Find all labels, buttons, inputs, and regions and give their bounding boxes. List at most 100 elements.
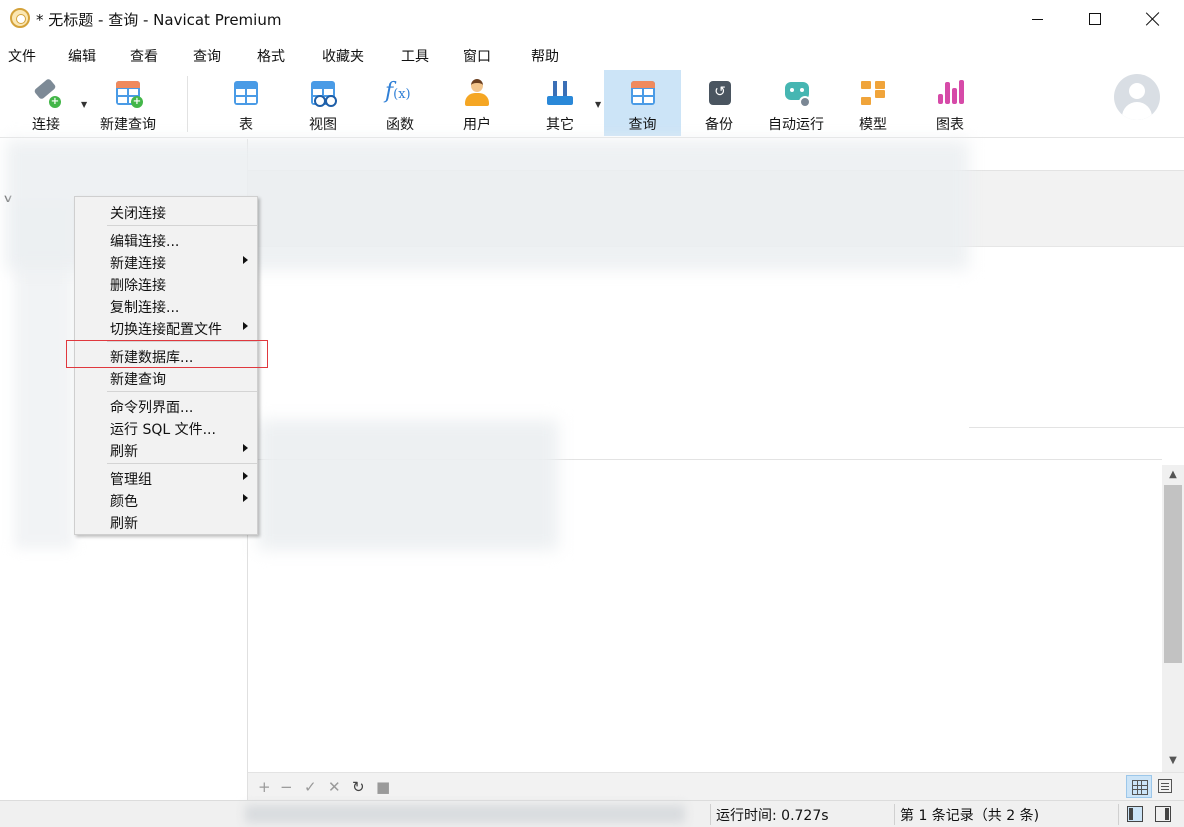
maximize-button[interactable] [1066,0,1124,38]
stop-icon[interactable]: ■ [376,778,390,796]
blurred-results-content [258,420,558,550]
menu-item-label: 刷新 [110,516,138,532]
status-separator [1118,804,1119,825]
blurred-status-text [245,805,685,823]
toolbar-separator [187,76,188,132]
submenu-arrow-icon [243,494,248,502]
minimize-button[interactable] [1008,0,1066,38]
toolbar-connect-button[interactable]: + 连接 [16,70,76,136]
toolbar-backup-button[interactable]: ↺ 备份 [691,70,747,136]
ctx-new-query[interactable]: 新建查询 [75,367,257,389]
submenu-arrow-icon [243,472,248,480]
toggle-left-panel-icon[interactable] [1127,806,1143,822]
main-toolbar: + 连接 ▼ + 新建查询 表 视图 f(x) 函数 用户 其它 ▼ 查询 ↺ … [0,70,1184,138]
menu-tools[interactable]: 工具 [401,46,429,66]
refresh-icon[interactable]: ↻ [352,778,365,796]
menu-window[interactable]: 窗口 [463,46,491,66]
scroll-up-icon[interactable]: ▲ [1162,467,1184,483]
title-bar: * 无标题 - 查询 - Navicat Premium [0,0,1184,38]
status-separator [710,804,711,825]
toolbar-label: 备份 [705,117,733,133]
toggle-right-panel-icon[interactable] [1155,806,1171,822]
highlight-annotation-box [66,340,268,368]
menu-view[interactable]: 查看 [130,46,158,66]
menu-item-label: 编辑连接... [110,234,180,250]
toolbar-user-button[interactable]: 用户 [449,70,505,136]
toolbar-table-button[interactable]: 表 [218,70,274,136]
automation-icon [781,78,811,108]
delete-record-icon[interactable]: − [280,778,293,796]
discard-changes-icon[interactable]: ✕ [328,778,341,796]
toolbar-label: 图表 [936,117,964,133]
toolbar-label: 用户 [463,117,491,133]
scrollbar-thumb[interactable] [1164,485,1182,663]
menu-item-label: 删除连接 [110,278,166,294]
maximize-icon [1089,13,1101,25]
menu-item-label: 颜色 [110,494,138,510]
toolbar-model-button[interactable]: 模型 [845,70,901,136]
menu-file[interactable]: 文件 [8,46,36,66]
user-avatar[interactable] [1114,74,1160,120]
close-button[interactable] [1124,0,1182,38]
ctx-color[interactable]: 颜色 [75,489,257,511]
toolbar-function-button[interactable]: f(x) 函数 [372,70,428,136]
other-tools-icon [545,78,575,108]
scroll-down-icon[interactable]: ▼ [1162,753,1184,769]
ctx-console[interactable]: 命令列界面... [75,395,257,417]
fx-glyph: f [385,79,394,104]
submenu-arrow-icon [243,444,248,452]
menu-item-label: 关闭连接 [110,206,166,222]
chart-icon [935,78,965,108]
table-icon [231,78,261,108]
menu-help[interactable]: 帮助 [531,46,559,66]
toolbar-label: 其它 [546,117,574,133]
toolbar-view-button[interactable]: 视图 [295,70,351,136]
ctx-switch-profile[interactable]: 切换连接配置文件 [75,317,257,339]
toolbar-chart-button[interactable]: 图表 [922,70,978,136]
toolbar-new-query-button[interactable]: + 新建查询 [96,70,160,136]
toolbar-other-button[interactable]: 其它 [532,70,588,136]
menu-item-label: 切换连接配置文件 [110,322,222,338]
menu-item-label: 命令列界面... [110,400,194,416]
menu-edit[interactable]: 编辑 [68,46,96,66]
chevron-down-icon[interactable]: ▼ [595,100,601,109]
add-record-icon[interactable]: + [258,778,271,796]
toolbar-label: 查询 [628,117,657,133]
chevron-down-icon[interactable]: ▼ [81,100,87,109]
menu-format[interactable]: 格式 [257,46,285,66]
menu-favorites[interactable]: 收藏夹 [322,46,364,66]
toolbar-label: 连接 [32,117,60,133]
form-view-icon[interactable] [1158,779,1172,793]
backup-icon: ↺ [704,78,734,108]
ctx-refresh-sub[interactable]: 刷新 [75,439,257,461]
submenu-arrow-icon [243,256,248,264]
menu-item-label: 新建查询 [110,372,166,388]
status-separator [894,804,895,825]
view-icon [308,78,338,108]
ctx-refresh[interactable]: 刷新 [75,511,257,533]
ctx-new-connection[interactable]: 新建连接 [75,251,257,273]
ctx-delete-connection[interactable]: 删除连接 [75,273,257,295]
menu-item-label: 复制连接... [110,300,180,316]
ctx-manage-group[interactable]: 管理组 [75,467,257,489]
grid-view-icon[interactable] [1126,775,1152,798]
toolbar-label: 视图 [309,117,337,133]
ctx-close-connection[interactable]: 关闭连接 [75,201,257,223]
toolbar-label: 函数 [386,117,414,133]
window-title: * 无标题 - 查询 - Navicat Premium [36,11,282,29]
toolbar-query-button[interactable]: 查询 [604,70,681,136]
toolbar-automation-button[interactable]: 自动运行 [762,70,830,136]
toolbar-label: 表 [239,117,253,133]
function-icon: f(x) [385,78,415,108]
menu-item-label: 管理组 [110,472,152,488]
ctx-run-sql-file[interactable]: 运行 SQL 文件... [75,417,257,439]
results-scrollbar[interactable]: ▲ ▼ [1162,465,1184,772]
menu-separator [107,391,257,392]
menu-separator [107,463,257,464]
ctx-edit-connection[interactable]: 编辑连接... [75,229,257,251]
apply-changes-icon[interactable]: ✓ [304,778,317,796]
menu-query[interactable]: 查询 [193,46,221,66]
connect-plug-icon: + [31,77,61,108]
ctx-duplicate-connection[interactable]: 复制连接... [75,295,257,317]
backup-glyph: ↺ [709,81,731,105]
